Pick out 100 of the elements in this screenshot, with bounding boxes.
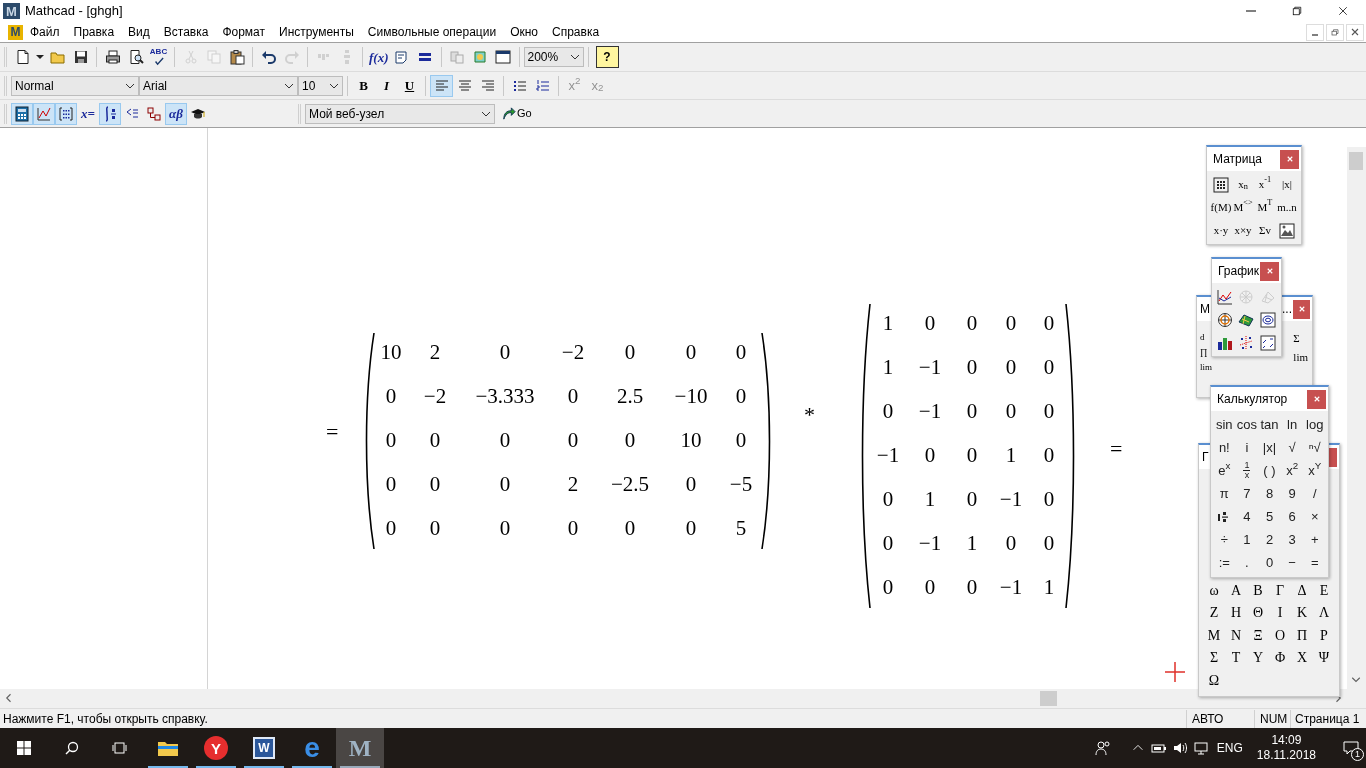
greek-letter-button[interactable]: Ζ bbox=[1203, 601, 1225, 624]
greek-letter-button[interactable]: Χ bbox=[1291, 646, 1313, 669]
calculator-key[interactable]: x$^{Y}$ bbox=[1303, 459, 1326, 482]
matrix-operator-button[interactable]: m..n bbox=[1276, 197, 1298, 218]
menu-item[interactable]: Вставка bbox=[156, 23, 216, 41]
menu-item[interactable]: Формат bbox=[215, 23, 273, 41]
calculator-key[interactable]: 4 bbox=[1235, 505, 1259, 528]
calculator-key[interactable]: 8 bbox=[1258, 482, 1281, 505]
calculator-key[interactable]: x$^{2}$ bbox=[1280, 459, 1304, 482]
greek-letter-button[interactable]: Μ bbox=[1203, 624, 1225, 647]
greek-letter-button[interactable]: Ρ bbox=[1313, 624, 1335, 647]
matrix-operator-button[interactable]: M$^{T}$ bbox=[1254, 197, 1276, 218]
close-button[interactable] bbox=[1280, 149, 1299, 169]
greek-letter-button[interactable]: Α bbox=[1225, 579, 1247, 602]
scrollbar-thumb[interactable] bbox=[1349, 152, 1363, 170]
calculator-key[interactable]: ⁿ√ bbox=[1303, 436, 1326, 459]
language-indicator[interactable]: ENG bbox=[1216, 739, 1243, 757]
matrix-operator-button[interactable] bbox=[1210, 174, 1232, 195]
close-button[interactable] bbox=[1293, 299, 1310, 319]
greek-letter-button[interactable]: Η bbox=[1225, 601, 1247, 624]
taskbar-app[interactable]: Y bbox=[192, 728, 240, 768]
document-close-button[interactable] bbox=[1346, 23, 1364, 41]
font-size-dropdown[interactable]: 10 bbox=[298, 75, 343, 96]
calculator-key[interactable]: 3 bbox=[1280, 528, 1304, 551]
scrollbar-thumb[interactable] bbox=[1040, 691, 1057, 706]
taskbar-app[interactable]: M bbox=[336, 728, 384, 768]
menu-item[interactable]: Инструменты bbox=[272, 23, 361, 41]
greek-letter-button[interactable]: Δ bbox=[1291, 579, 1313, 602]
close-button[interactable] bbox=[1307, 389, 1326, 409]
calculator-key[interactable]: ln bbox=[1280, 413, 1304, 436]
matrix-operator-button[interactable]: Σv bbox=[1254, 220, 1276, 241]
calculus-operator[interactable]: d bbox=[1200, 333, 1212, 342]
matrix-operator-button[interactable] bbox=[1276, 220, 1298, 241]
document-minimize-button[interactable] bbox=[1306, 23, 1324, 41]
calculator-key[interactable]: 7 bbox=[1235, 482, 1259, 505]
calculator-key[interactable]: 2 bbox=[1258, 528, 1281, 551]
go-button[interactable]: Go bbox=[501, 102, 532, 125]
bold-button[interactable]: B bbox=[352, 74, 375, 97]
calculator-key[interactable]: ( ) bbox=[1258, 459, 1281, 482]
calculator-key[interactable]: − bbox=[1280, 551, 1304, 574]
clock-date[interactable]: 18.11.2018 bbox=[1256, 748, 1316, 763]
greek-letter-button[interactable]: Υ bbox=[1247, 646, 1269, 669]
calculator-key[interactable]: / bbox=[1303, 482, 1326, 505]
calculator-key[interactable]: 0 bbox=[1258, 551, 1281, 574]
font-dropdown[interactable]: Arial bbox=[139, 75, 298, 96]
graph-type-button[interactable] bbox=[1257, 309, 1279, 330]
calculator-toolbar-button[interactable] bbox=[11, 102, 33, 125]
matrix-toolbar-button[interactable] bbox=[55, 102, 77, 125]
calculator-key[interactable]: ÷ bbox=[1213, 528, 1236, 551]
zoom-dropdown[interactable]: 200% bbox=[523, 47, 584, 67]
greek-letter-button[interactable]: Π bbox=[1291, 624, 1313, 647]
matrix-operator-button[interactable]: |x| bbox=[1276, 174, 1298, 195]
calculator-key[interactable]: e$^{x}$ bbox=[1213, 459, 1236, 482]
greek-letter-button[interactable]: Θ bbox=[1247, 601, 1269, 624]
menu-item[interactable]: Справка bbox=[545, 23, 607, 41]
document-restore-button[interactable] bbox=[1326, 23, 1344, 41]
greek-letter-button[interactable]: Ν bbox=[1225, 624, 1247, 647]
greek-letter-button[interactable]: Λ bbox=[1313, 601, 1335, 624]
calculator-key[interactable]: × bbox=[1303, 505, 1326, 528]
calculator-key[interactable]: n! bbox=[1213, 436, 1236, 459]
italic-button[interactable]: I bbox=[375, 74, 398, 97]
calculator-key[interactable]: . bbox=[1235, 551, 1259, 574]
calculator-key[interactable]: 1 x bbox=[1235, 459, 1259, 482]
calculator-key[interactable]: + bbox=[1303, 528, 1326, 551]
taskbar-app[interactable]: e bbox=[288, 728, 336, 768]
matrix-operator-button[interactable]: M$^{<>}$ bbox=[1232, 197, 1254, 218]
calculator-key[interactable]: 9 bbox=[1280, 482, 1304, 505]
menu-item[interactable]: Файл bbox=[23, 23, 67, 41]
greek-letter-button[interactable]: ω bbox=[1203, 579, 1225, 602]
greek-letter-button[interactable]: Γ bbox=[1269, 579, 1291, 602]
graph-type-button[interactable] bbox=[1257, 332, 1279, 353]
menu-item[interactable]: Окно bbox=[503, 23, 545, 41]
greek-letter-button[interactable]: Ψ bbox=[1313, 646, 1335, 669]
calculator-key[interactable]: √ bbox=[1280, 436, 1304, 459]
matrix-operator-button[interactable]: x$_{n}$ bbox=[1232, 174, 1254, 195]
calculator-key[interactable]: |x| bbox=[1258, 436, 1281, 459]
function-button[interactable]: f(x) bbox=[367, 46, 391, 68]
spellcheck-button[interactable]: ABC bbox=[147, 46, 170, 68]
notifications-button[interactable]: 1 bbox=[1336, 728, 1366, 768]
calculator-key[interactable]: cos bbox=[1235, 413, 1259, 436]
underline-button[interactable]: U bbox=[398, 74, 421, 97]
matrix-operator-button[interactable]: f(M) bbox=[1210, 197, 1232, 218]
web-address-dropdown[interactable]: Мой веб-узел bbox=[305, 103, 495, 124]
calculator-key[interactable]: 5 bbox=[1258, 505, 1281, 528]
graph-toolbar-button[interactable] bbox=[33, 102, 55, 125]
calculator-key[interactable]: 6 bbox=[1280, 505, 1304, 528]
matrix-operator-button[interactable]: x$^{-1}$ bbox=[1254, 174, 1276, 195]
greek-letter-button[interactable]: Φ bbox=[1269, 646, 1291, 669]
calculator-key[interactable]: π bbox=[1213, 482, 1236, 505]
calculus-operator[interactable]: ∏ bbox=[1200, 348, 1212, 357]
greek-letter-button[interactable]: Κ bbox=[1291, 601, 1313, 624]
close-button[interactable] bbox=[1329, 447, 1337, 467]
calculus-operator[interactable]: lim bbox=[1293, 352, 1308, 363]
clock-time[interactable]: 14:09 bbox=[1271, 733, 1302, 748]
calculator-key[interactable]: = bbox=[1303, 551, 1326, 574]
greek-letter-button[interactable]: Ξ bbox=[1247, 624, 1269, 647]
calculator-key[interactable]: i bbox=[1235, 436, 1259, 459]
greek-letter-button[interactable]: Ο bbox=[1269, 624, 1291, 647]
menu-item[interactable]: Вид bbox=[121, 23, 157, 41]
evaluation-toolbar-button[interactable]: x= bbox=[77, 102, 99, 125]
